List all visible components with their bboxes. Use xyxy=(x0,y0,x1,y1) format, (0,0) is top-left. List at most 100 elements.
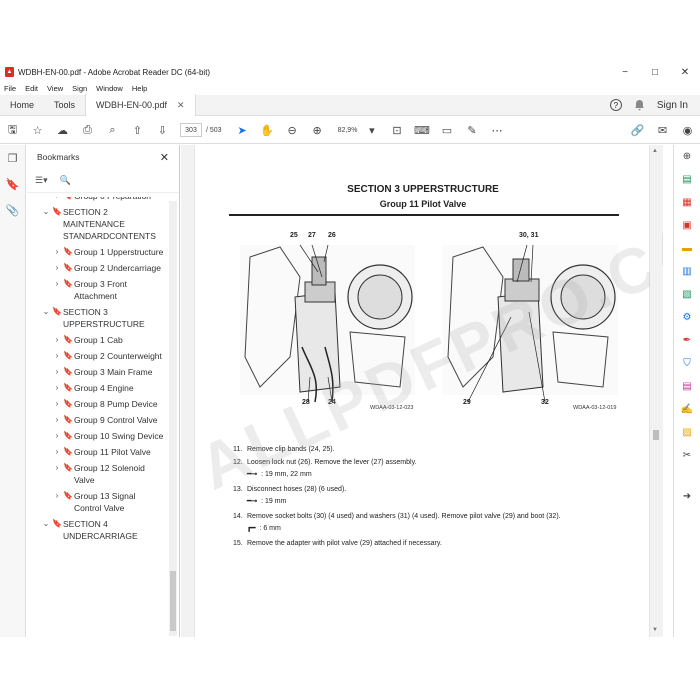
bookmark-item[interactable]: ⌄ 🔖 SECTION 2 MAINTENANCE STANDARDCONTENTS xyxy=(27,206,167,242)
menu-view[interactable]: View xyxy=(47,84,63,93)
account-icon[interactable]: ◉ xyxy=(675,124,700,137)
search-icon[interactable]: ⌕ xyxy=(100,124,125,137)
select-cursor-icon[interactable]: ➤ xyxy=(230,124,255,137)
email-icon[interactable]: ✉ xyxy=(650,124,675,137)
bookmark-item[interactable]: ⌄ 🔖 SECTION 3 UPPERSTRUCTURE xyxy=(27,306,167,330)
bookmarks-scrollbar[interactable] xyxy=(169,201,177,636)
cloud-upload-icon[interactable]: ☁ xyxy=(50,124,75,137)
export-pdf-icon[interactable]: ▤ xyxy=(674,168,700,191)
options-menu-icon[interactable]: ☰▾ xyxy=(35,175,48,186)
bookmark-item[interactable]: › 🔖 Group 3 Main Frame xyxy=(27,366,167,378)
bookmark-item[interactable]: › 🔖 Group 3 Front Attachment xyxy=(27,278,167,302)
bookmark-item[interactable]: ⌄ 🔖 SECTION 4 UNDERCARRIAGE xyxy=(27,518,167,542)
menu-window[interactable]: Window xyxy=(96,84,123,93)
bookmark-item[interactable]: › 🔖 Group 11 Pilot Valve xyxy=(27,446,167,458)
bookmark-item[interactable]: › 🔖 Group 10 Swing Device xyxy=(27,430,167,442)
page-down-icon[interactable]: ⇩ xyxy=(150,124,175,137)
menu-file[interactable]: File xyxy=(4,84,16,93)
scroll-down-icon[interactable]: ▼ xyxy=(652,627,658,633)
comment-tool-icon[interactable]: ▬ xyxy=(674,237,700,260)
chevron-right-icon[interactable]: › xyxy=(52,366,62,378)
zoom-search-icon[interactable]: ⊕ xyxy=(674,145,700,168)
page-thumbnails-icon[interactable]: ❐ xyxy=(0,145,25,171)
create-pdf-icon[interactable]: ▣ xyxy=(674,214,700,237)
chevron-right-icon[interactable]: › xyxy=(52,430,62,442)
send-track-icon[interactable]: ▨ xyxy=(674,421,700,444)
chevron-down-icon[interactable]: ▾ xyxy=(359,124,384,137)
attachments-icon[interactable]: 📎 xyxy=(0,197,25,223)
zoom-in-icon[interactable]: ⊕ xyxy=(305,124,330,137)
document-view[interactable]: SECTION 3 UPPERSTRUCTURE Group 11 Pilot … xyxy=(181,145,663,637)
bookmark-item[interactable]: ›🔖Group 0 Preparation xyxy=(27,197,167,202)
chevron-down-icon[interactable]: ⌄ xyxy=(41,306,51,330)
chevron-right-icon[interactable]: › xyxy=(52,197,62,202)
tab-document[interactable]: WDBH-EN-00.pdf ✕ xyxy=(85,94,196,116)
chevron-right-icon[interactable]: › xyxy=(52,350,62,362)
bookmark-item[interactable]: › 🔖 Group 1 Upperstructure xyxy=(27,246,167,258)
scan-ocr-icon[interactable]: ⚙ xyxy=(674,306,700,329)
zoom-level-select[interactable]: 82,9% xyxy=(338,127,358,134)
organize-pages-icon[interactable]: ▦ xyxy=(674,191,700,214)
close-window-button[interactable]: ✕ xyxy=(670,67,700,78)
chevron-down-icon[interactable]: ⌄ xyxy=(41,206,51,242)
print-icon[interactable]: ⎙ xyxy=(75,124,100,137)
document-scroll-thumb[interactable] xyxy=(653,430,659,440)
chevron-right-icon[interactable]: › xyxy=(52,382,62,394)
page-fit-icon[interactable]: ⊡ xyxy=(384,124,409,137)
more-tools-icon[interactable]: ✂ xyxy=(674,444,700,467)
menu-help[interactable]: Help xyxy=(132,84,147,93)
bookmark-item[interactable]: › 🔖 Group 13 Signal Control Valve xyxy=(27,490,167,514)
maximize-button[interactable]: □ xyxy=(640,67,670,78)
collapse-tools-icon[interactable]: ➜ xyxy=(674,485,700,508)
compress-pdf-icon[interactable]: ▧ xyxy=(674,283,700,306)
bookmark-item[interactable]: › 🔖 Group 1 Cab xyxy=(27,334,167,346)
close-panel-icon[interactable]: ✕ xyxy=(160,151,169,164)
chevron-right-icon[interactable]: › xyxy=(52,262,62,274)
chevron-right-icon[interactable]: › xyxy=(52,398,62,410)
scroll-up-icon[interactable]: ▲ xyxy=(652,148,658,154)
keyboard-icon[interactable]: ⌨ xyxy=(409,124,434,137)
minimize-button[interactable]: − xyxy=(610,67,640,78)
comment-icon[interactable]: ▭ xyxy=(434,124,459,137)
hand-tool-icon[interactable]: ✋ xyxy=(255,124,280,137)
chevron-right-icon[interactable]: › xyxy=(52,490,62,514)
save-icon[interactable]: 🖫 xyxy=(0,121,25,140)
bookmark-item[interactable]: › 🔖 Group 12 Solenoid Valve xyxy=(27,462,167,486)
chevron-right-icon[interactable]: › xyxy=(52,246,62,258)
tab-close-icon[interactable]: ✕ xyxy=(177,100,185,111)
menu-edit[interactable]: Edit xyxy=(25,84,38,93)
chevron-right-icon[interactable]: › xyxy=(52,278,62,302)
sign-in-button[interactable]: Sign In xyxy=(657,100,688,111)
page-up-icon[interactable]: ⇧ xyxy=(125,124,150,137)
fill-sign-icon[interactable]: ✒ xyxy=(674,329,700,352)
bookmarks-scroll-thumb[interactable] xyxy=(170,571,176,631)
document-scrollbar[interactable]: ▲ ▼ xyxy=(650,145,662,637)
bookmark-star-icon[interactable]: ☆ xyxy=(25,124,50,137)
tab-home[interactable]: Home xyxy=(0,95,44,116)
link-share-icon[interactable]: 🔗 xyxy=(625,124,650,137)
bookmark-item[interactable]: › 🔖 Group 2 Counterweight xyxy=(27,350,167,362)
chevron-right-icon[interactable]: › xyxy=(52,414,62,426)
bookmarks-panel-icon[interactable]: 🔖 xyxy=(0,171,25,197)
zoom-out-icon[interactable]: ⊖ xyxy=(280,124,305,137)
bookmark-item[interactable]: › 🔖 Group 2 Undercarriage xyxy=(27,262,167,274)
chevron-right-icon[interactable]: › xyxy=(52,334,62,346)
more-options-icon[interactable]: ⋯ xyxy=(484,124,509,137)
bell-icon[interactable] xyxy=(634,99,645,111)
protect-icon[interactable]: ⛉ xyxy=(674,352,700,375)
chevron-right-icon[interactable]: › xyxy=(52,446,62,458)
menu-sign[interactable]: Sign xyxy=(72,84,87,93)
request-signature-icon[interactable]: ✍ xyxy=(674,398,700,421)
help-icon[interactable]: ? xyxy=(609,99,622,111)
bookmark-item[interactable]: › 🔖 Group 4 Engine xyxy=(27,382,167,394)
bookmark-item[interactable]: › 🔖 Group 9 Control Valve xyxy=(27,414,167,426)
tab-tools[interactable]: Tools xyxy=(44,95,85,116)
chevron-right-icon[interactable]: › xyxy=(52,462,62,486)
prepare-form-icon[interactable]: ▤ xyxy=(674,375,700,398)
find-bookmark-icon[interactable]: 🔍 xyxy=(60,175,71,186)
chevron-down-icon[interactable]: ⌄ xyxy=(41,518,51,542)
pen-highlight-icon[interactable]: ✎ xyxy=(459,124,484,137)
bookmark-item[interactable]: › 🔖 Group 8 Pump Device xyxy=(27,398,167,410)
combine-files-icon[interactable]: ▥ xyxy=(674,260,700,283)
page-number-input[interactable]: 303 xyxy=(180,123,202,137)
